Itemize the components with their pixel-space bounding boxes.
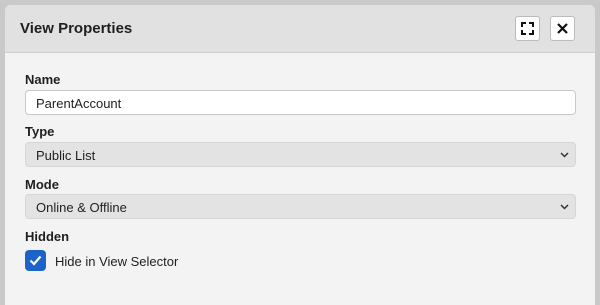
expand-icon (521, 22, 534, 35)
chevron-down-icon (560, 152, 569, 158)
hidden-label: Hidden (25, 229, 70, 244)
type-select[interactable]: Public List (25, 142, 576, 167)
close-icon (557, 23, 568, 34)
dialog-header: View Properties (5, 5, 595, 53)
view-properties-dialog: View Properties Name ParentAccount Type … (5, 5, 595, 305)
mode-label: Mode (25, 177, 59, 192)
mode-select[interactable]: Online & Offline (25, 194, 576, 219)
expand-button[interactable] (515, 16, 540, 41)
hide-in-view-selector-label[interactable]: Hide in View Selector (55, 254, 178, 269)
checkmark-icon (29, 255, 42, 266)
mode-select-value: Online & Offline (36, 200, 127, 215)
close-button[interactable] (550, 16, 575, 41)
type-select-value: Public List (36, 148, 96, 163)
type-label: Type (25, 124, 55, 139)
name-label: Name (25, 72, 61, 87)
dialog-title: View Properties (20, 20, 133, 37)
hide-in-view-selector-checkbox[interactable] (25, 250, 46, 271)
name-input[interactable]: ParentAccount (25, 90, 576, 115)
chevron-down-icon (560, 204, 569, 210)
